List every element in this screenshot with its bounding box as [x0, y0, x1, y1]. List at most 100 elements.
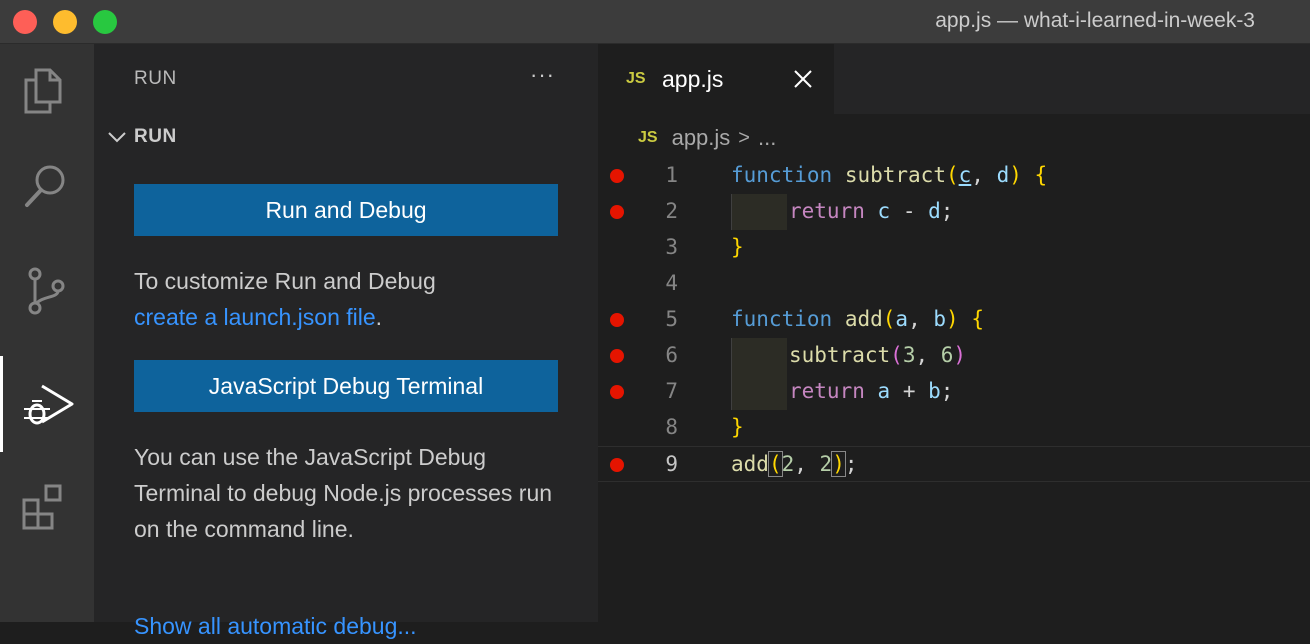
- javascript-debug-terminal-button[interactable]: JavaScript Debug Terminal: [134, 360, 558, 412]
- code-token: +: [890, 379, 929, 403]
- breakpoint-icon[interactable]: [610, 385, 624, 399]
- code-line[interactable]: 1 function subtract(c, d) {: [598, 158, 1310, 194]
- launch-period: .: [375, 304, 383, 330]
- code-token: c: [877, 199, 891, 223]
- activity-search[interactable]: [0, 140, 94, 236]
- files-icon: [24, 68, 62, 114]
- code-token: d: [928, 199, 941, 223]
- code-token: c: [958, 163, 972, 187]
- close-icon[interactable]: [792, 68, 814, 90]
- code-token: return: [789, 199, 865, 223]
- code-token: ,: [794, 452, 820, 476]
- code-token: }: [731, 415, 744, 439]
- code-token: d: [996, 163, 1010, 187]
- code-text: function subtract(c, d) {: [731, 163, 1047, 187]
- breadcrumb-file[interactable]: app.js: [672, 125, 731, 151]
- code-text: return a + b;: [731, 374, 954, 410]
- code-line-current[interactable]: 9 add(2, 2);: [598, 446, 1310, 482]
- code-token: 2: [781, 452, 795, 476]
- indent-guide: [731, 374, 787, 410]
- code-token: ;: [940, 199, 954, 223]
- breadcrumb-separator: >: [738, 126, 750, 149]
- code-token: ,: [971, 163, 997, 187]
- extensions-icon: [22, 484, 62, 530]
- code-token: b: [928, 379, 941, 403]
- activity-run-debug[interactable]: [0, 356, 94, 452]
- line-number: 6: [665, 343, 678, 367]
- code-token: ,: [908, 307, 934, 331]
- minimize-window-button[interactable]: [53, 10, 77, 34]
- section-label: RUN: [134, 126, 177, 147]
- breakpoint-icon[interactable]: [610, 205, 624, 219]
- run-and-debug-button[interactable]: Run and Debug: [134, 184, 558, 236]
- run-debug-icon: [24, 384, 74, 425]
- code-token: }: [731, 235, 744, 259]
- code-line[interactable]: 5 function add(a, b) {: [598, 302, 1310, 338]
- code-token: ,: [915, 343, 941, 367]
- code-line[interactable]: 3 }: [598, 230, 1310, 266]
- launch-line: create a launch.json file.: [134, 299, 564, 335]
- line-number: 3: [665, 235, 678, 259]
- maximize-window-button[interactable]: [93, 10, 117, 34]
- code-token: -: [890, 199, 929, 223]
- code-token: ;: [940, 379, 954, 403]
- code-token: ): [831, 451, 846, 477]
- code-token: a: [877, 379, 891, 403]
- create-launch-json-link[interactable]: create a launch.json file: [134, 304, 376, 330]
- breakpoint-icon[interactable]: [610, 313, 624, 327]
- close-window-button[interactable]: [13, 10, 37, 34]
- code-text: subtract(3, 6): [731, 338, 967, 374]
- code-line[interactable]: 7 return a + b;: [598, 374, 1310, 410]
- code-line[interactable]: 4: [598, 266, 1310, 302]
- activity-source-control[interactable]: [0, 244, 94, 340]
- sidebar-title: RUN: [134, 68, 177, 89]
- breadcrumb-symbol[interactable]: ...: [758, 125, 776, 151]
- tab-app-js[interactable]: JS app.js: [598, 44, 834, 114]
- code-token: subtract: [844, 163, 946, 187]
- code-token: ): [946, 307, 959, 331]
- line-number: 9: [665, 452, 678, 476]
- line-number: 8: [665, 415, 678, 439]
- terminal-description: You can use the JavaScript Debug Termina…: [134, 444, 553, 542]
- customize-text-block: To customize Run and Debug create a laun…: [134, 263, 564, 335]
- code-line[interactable]: 2 return c - d;: [598, 194, 1310, 230]
- code-token: (: [890, 343, 903, 367]
- breakpoint-icon[interactable]: [610, 169, 624, 183]
- code-text: }: [731, 415, 744, 439]
- indent-guide: [731, 194, 787, 230]
- code-token: (: [945, 163, 959, 187]
- code-token: (: [882, 307, 896, 331]
- code-token: {: [1034, 163, 1048, 187]
- search-icon: [25, 165, 65, 207]
- js-file-icon: JS: [626, 70, 646, 87]
- code-token: a: [895, 307, 909, 331]
- show-automatic-debug-link[interactable]: Show all automatic debug...: [134, 608, 554, 644]
- line-number: 5: [665, 307, 678, 331]
- code-token: {: [971, 307, 984, 331]
- code-token: 3: [902, 343, 916, 367]
- breakpoint-icon[interactable]: [610, 349, 624, 363]
- breakpoint-icon[interactable]: [610, 458, 624, 472]
- activity-extensions[interactable]: [0, 460, 94, 556]
- code-text: add(2, 2);: [731, 451, 858, 477]
- chevron-down-icon: [108, 132, 126, 143]
- code-line[interactable]: 8 }: [598, 410, 1310, 446]
- code-token: function: [731, 163, 833, 187]
- code-text: }: [731, 235, 744, 259]
- activity-explorer[interactable]: [0, 44, 94, 140]
- window-title: app.js — what-i-learned-in-week-3: [935, 9, 1255, 32]
- line-number: 2: [665, 199, 678, 223]
- more-actions-icon[interactable]: ···: [530, 62, 555, 88]
- run-section-header[interactable]: RUN: [104, 124, 177, 150]
- customize-text: To customize Run and Debug: [134, 268, 436, 294]
- code-line[interactable]: 6 subtract(3, 6): [598, 338, 1310, 374]
- code-token: return: [789, 379, 865, 403]
- code-token: ): [953, 343, 967, 367]
- code-token: ;: [844, 452, 858, 476]
- source-control-icon: [28, 267, 65, 315]
- indent-guide: [731, 338, 787, 374]
- editor-area: JS app.js JS app.js > ... 1 function sub…: [598, 44, 1310, 622]
- editor-tabs: JS app.js: [598, 44, 1310, 114]
- code-token: add: [844, 307, 883, 331]
- breadcrumb: JS app.js > ...: [638, 124, 776, 152]
